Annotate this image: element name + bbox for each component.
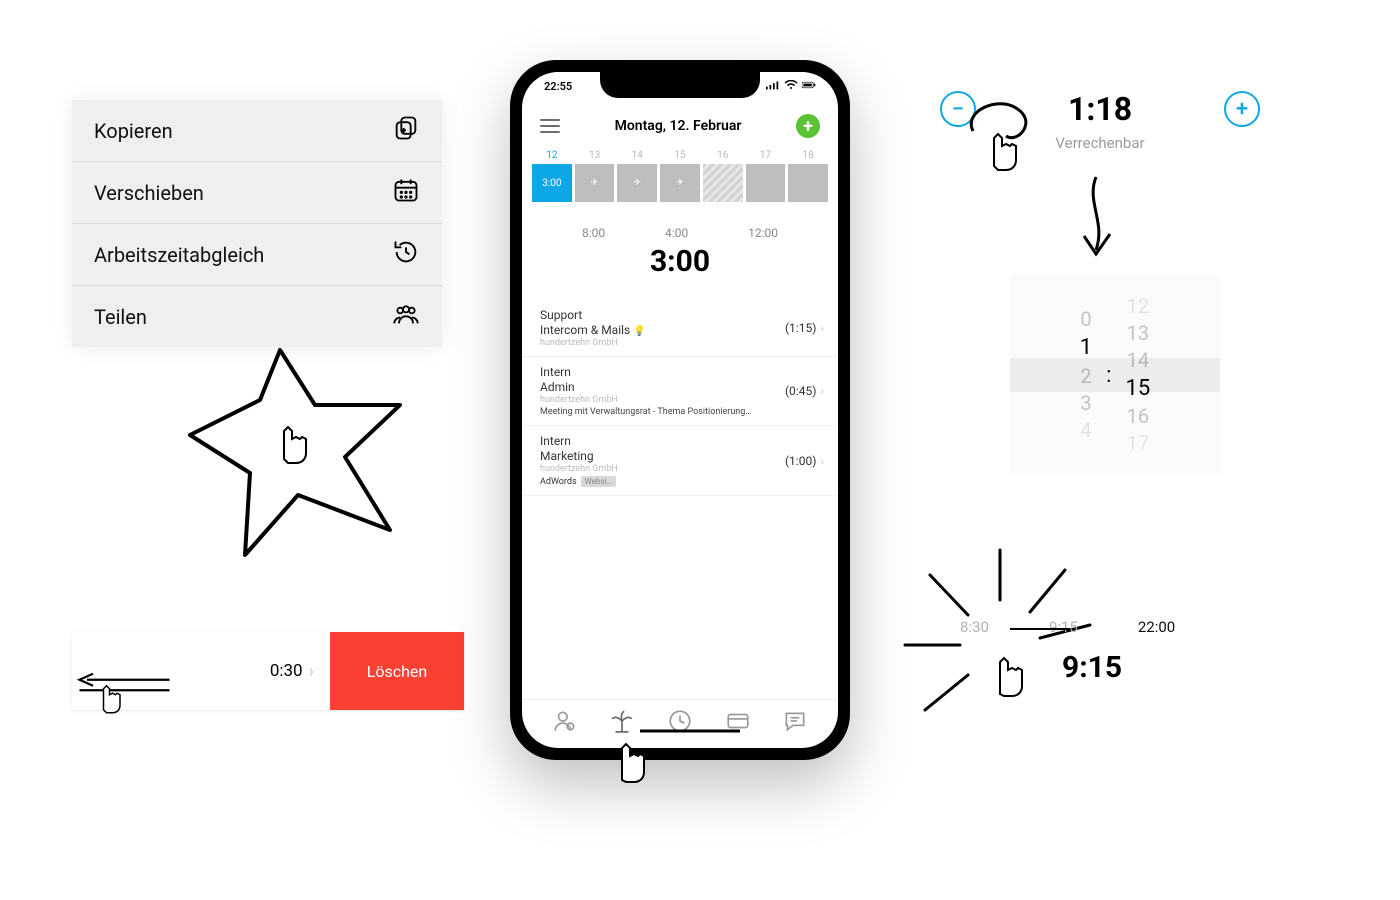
context-menu: Kopieren Verschieben Arbeitszeitabgleich… — [72, 100, 442, 347]
tab-profile[interactable] — [552, 708, 578, 738]
menu-item-label: Teilen — [94, 305, 147, 329]
tap-annotation — [970, 632, 1050, 722]
delete-button-label: Löschen — [367, 662, 428, 681]
plane-icon: ✈ — [676, 178, 684, 188]
week-day[interactable]: 15 ✈ — [660, 150, 700, 202]
time-callout: 9:15 — [1062, 650, 1122, 685]
total-c: 12:00 — [748, 226, 778, 240]
swipe-row-duration: 0:30 — [270, 661, 303, 681]
time-entry[interactable]: Intern Marketing hundertzehn GmbH AdWord… — [522, 426, 838, 496]
burst-annotation — [150, 345, 430, 565]
time-entry[interactable]: Intern Admin hundertzehn GmbH Meeting mi… — [522, 357, 838, 426]
arrow-annotation — [1066, 172, 1126, 262]
total-b: 4:00 — [665, 226, 688, 240]
plane-icon: ✈ — [634, 178, 642, 188]
menu-item-share[interactable]: Teilen — [72, 286, 442, 347]
stepper-value: 1:18 — [1068, 90, 1132, 128]
entries-list: Support Intercom & Mails 💡 hundertzehn G… — [522, 300, 838, 496]
menu-item-label: Arbeitszeitabgleich — [94, 243, 264, 267]
delete-button[interactable]: Löschen — [330, 632, 464, 710]
week-day[interactable]: 17 — [746, 150, 786, 202]
lightbulb-icon: 💡 — [633, 326, 645, 337]
week-day[interactable]: 12 3:00 — [532, 150, 572, 202]
tap-annotation — [958, 96, 1048, 186]
tap-annotation — [600, 716, 750, 806]
plane-icon: ✈ — [591, 178, 599, 188]
signal-icon — [766, 80, 780, 93]
week-day[interactable]: 18 — [788, 150, 828, 202]
chevron-right-icon: › — [820, 384, 824, 398]
header-title: Montag, 12. Februar — [615, 118, 742, 134]
app-header: Montag, 12. Februar + — [522, 108, 838, 148]
time-end[interactable]: 22:00 — [1138, 618, 1175, 636]
tab-chat[interactable] — [782, 708, 808, 738]
big-total: 3:00 — [522, 244, 838, 279]
wifi-icon — [784, 80, 798, 93]
menu-item-label: Verschieben — [94, 181, 204, 205]
chevron-right-icon: › — [820, 321, 824, 335]
total-a: 8:00 — [582, 226, 605, 240]
copy-icon — [392, 114, 420, 147]
chevron-right-icon: › — [820, 454, 824, 468]
phone-mockup: 22:55 Montag, 12. Februar + 12 3:00 — [510, 60, 850, 760]
menu-button[interactable] — [540, 119, 560, 133]
history-icon — [392, 238, 420, 271]
menu-item-move[interactable]: Verschieben — [72, 162, 442, 224]
totals-row: 8:00 4:00 12:00 — [522, 222, 838, 244]
picker-selection-band — [1010, 358, 1220, 392]
people-icon — [392, 300, 420, 333]
status-time: 22:55 — [544, 80, 572, 93]
phone-notch — [600, 72, 760, 98]
week-day[interactable]: 13 ✈ — [575, 150, 615, 202]
phone-screen: 22:55 Montag, 12. Februar + 12 3:00 — [522, 72, 838, 748]
week-day[interactable]: 16 — [703, 150, 743, 202]
week-day[interactable]: 14 ✈ — [617, 150, 657, 202]
time-entry[interactable]: Support Intercom & Mails 💡 hundertzehn G… — [522, 300, 838, 357]
battery-icon — [802, 80, 816, 93]
week-strip[interactable]: 12 3:00 13 ✈ 14 ✈ 15 ✈ 16 — [522, 150, 838, 202]
calendar-icon — [392, 176, 420, 209]
add-button[interactable]: + — [796, 114, 820, 138]
menu-item-worktime[interactable]: Arbeitszeitabgleich — [72, 224, 442, 286]
time-picker[interactable]: 0 1 2 3 4 : 12 13 14 15 16 17 — [1010, 275, 1220, 475]
chevron-right-icon: › — [309, 661, 314, 682]
swipe-gesture-annotation — [72, 646, 192, 736]
menu-item-label: Kopieren — [94, 119, 173, 143]
increment-button[interactable]: + — [1224, 91, 1260, 127]
menu-item-copy[interactable]: Kopieren — [72, 100, 442, 162]
